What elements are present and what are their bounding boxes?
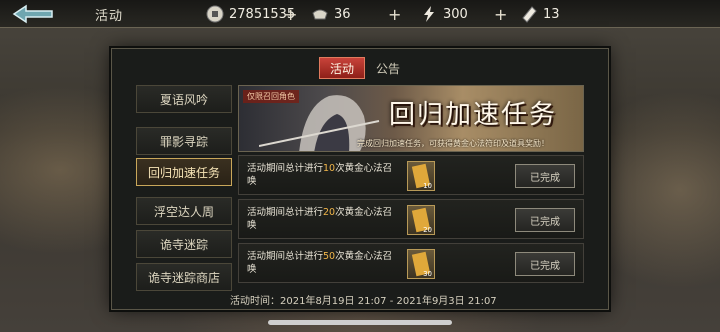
completed-button[interactable]: 已完成 [515,164,575,188]
sidebar-item-temple-shop[interactable]: 诡寺迷踪商店 [136,263,232,291]
top-bar: 活动 27851535 + 36 + 300 + 13 [0,0,720,28]
task-row: 活动期间总计进行20次黄金心法召唤 20 已完成 [238,199,584,239]
add-coin-button[interactable]: + [284,4,297,24]
ticket-icon [522,6,537,23]
ingot-resource: 36 [311,4,351,24]
stamina-resource: 300 [420,4,468,24]
sidebar-item-return-tasks[interactable]: 回归加速任务 [136,158,232,186]
activity-time-label: 活动时间： [230,296,280,307]
completed-button[interactable]: 已完成 [515,252,575,276]
ingot-value: 36 [334,6,351,22]
back-arrow-icon [12,4,53,24]
task-description: 活动期间总计进行20次黄金心法召唤 [247,207,393,231]
reward-item[interactable]: 20 [407,205,435,235]
reward-count: 20 [423,226,432,234]
reward-item[interactable]: 10 [407,161,435,191]
ticket-resource: 13 [520,4,560,24]
task-description: 活动期间总计进行50次黄金心法召唤 [247,251,393,275]
sidebar-item-temple[interactable]: 诡寺迷踪 [136,230,232,258]
add-ingot-button[interactable]: + [388,4,401,24]
tab-announcement[interactable]: 公告 [365,57,411,79]
page-title: 活动 [95,9,124,24]
task-row: 活动期间总计进行10次黄金心法召唤 10 已完成 [238,155,584,195]
banner-title: 回归加速任务 [389,100,558,130]
sidebar-item-floating[interactable]: 浮空达人周 [136,197,232,225]
reward-item[interactable]: 30 [407,249,435,279]
ticket-value: 13 [543,6,560,22]
task-description: 活动期间总计进行10次黄金心法召唤 [247,163,393,187]
stamina-value: 300 [443,6,468,22]
activity-time-range: 2021年8月19日 21:07 - 2021年9月3日 21:07 [280,296,497,307]
coin-resource: 27851535 [206,4,295,24]
coin-icon [206,5,224,23]
banner-tag: 仅限召回角色 [243,90,299,103]
home-indicator[interactable] [268,320,452,325]
back-button[interactable] [10,3,56,25]
tab-activity[interactable]: 活动 [319,57,365,79]
sidebar-item-shadow[interactable]: 罪影寻踪 [136,127,232,155]
ingot-icon [312,9,328,20]
lightning-icon [424,6,434,22]
panel-tabs: 活动 公告 [319,57,411,79]
task-row: 活动期间总计进行50次黄金心法召唤 30 已完成 [238,243,584,283]
event-banner: 仅限召回角色 回归加速任务 完成回归加速任务，可获得黄金心法符印及道具奖励！ [238,85,584,152]
completed-button[interactable]: 已完成 [515,208,575,232]
reward-count: 30 [423,270,432,278]
activity-time: 活动时间：2021年8月19日 21:07 - 2021年9月3日 21:07 [230,292,497,307]
sidebar-item-summer[interactable]: 夏语风吟 [136,85,232,113]
reward-count: 10 [423,182,432,190]
add-stamina-button[interactable]: + [494,4,507,24]
banner-description: 完成回归加速任务，可获得黄金心法符印及道具奖励！ [357,139,549,148]
